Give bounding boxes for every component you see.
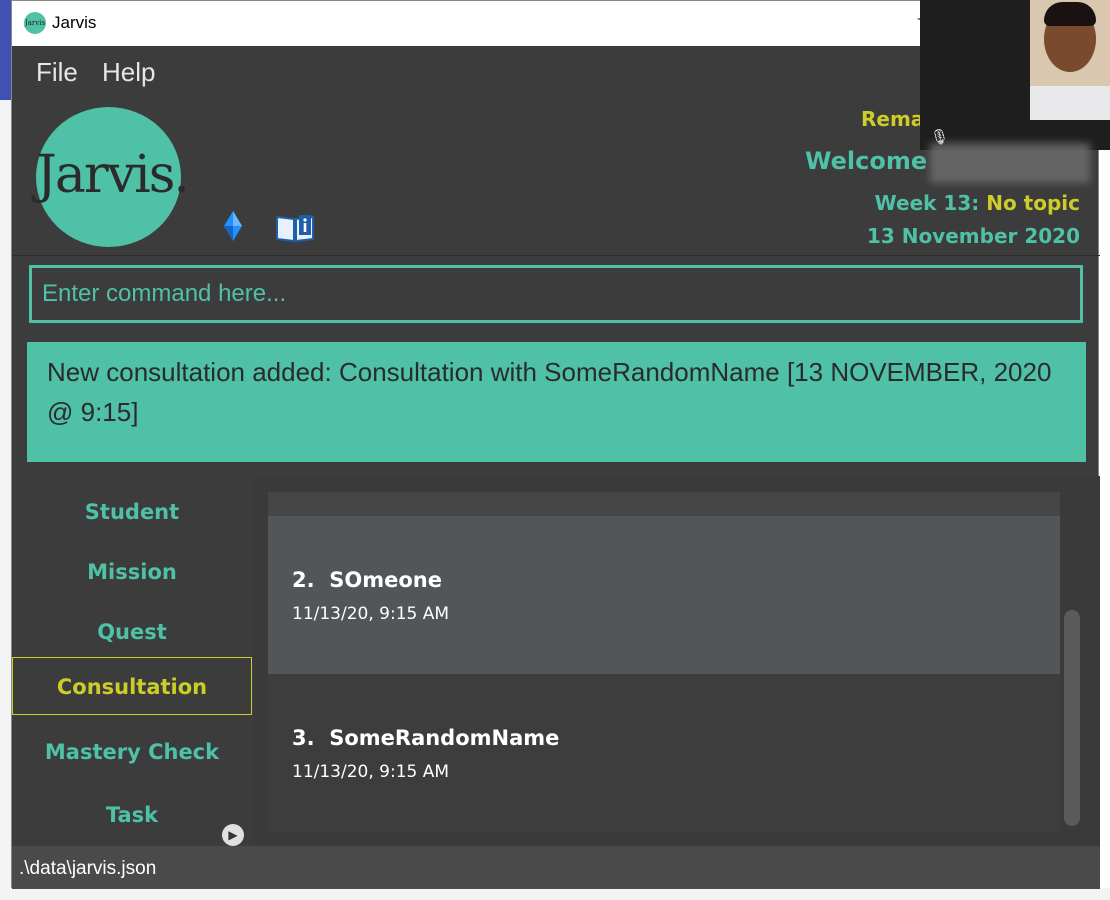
app-icon: Jarvis <box>24 12 46 34</box>
result-display: New consultation added: Consultation wit… <box>27 342 1086 462</box>
consultation-time: 11/13/20, 9:15 AM <box>292 604 450 624</box>
chevron-right-icon[interactable]: ▶ <box>222 824 244 846</box>
list-item[interactable]: 3. SomeRandomName 11/13/20, 9:15 AM <box>268 674 1060 832</box>
welcome-label: Welcome <box>805 147 928 175</box>
participant-hair <box>1044 2 1096 26</box>
participant-video <box>1030 0 1110 120</box>
command-input[interactable] <box>29 265 1083 323</box>
desktop-background-bottom <box>0 888 1110 900</box>
save-location: .\data\jarvis.json <box>19 858 157 879</box>
consultation-index: 2. <box>292 568 315 592</box>
status-bar: .\data\jarvis.json <box>12 846 1100 889</box>
tab-student[interactable]: Student <box>12 483 252 541</box>
week-line: Week 13: No topic <box>875 191 1080 215</box>
tab-task[interactable]: Task <box>12 786 252 844</box>
menu-file[interactable]: File <box>36 57 78 88</box>
list-item[interactable]: 2. SOmeone 11/13/20, 9:15 AM <box>268 516 1060 674</box>
redacted-name-blur <box>930 143 1090 183</box>
topic-label: No topic <box>986 191 1080 215</box>
webcam-overlay: 🎙 <box>920 0 1110 150</box>
tab-mission[interactable]: Mission <box>12 543 252 601</box>
command-box-section <box>12 255 1100 328</box>
consultation-name: SOmeone <box>329 568 442 592</box>
diamond-icon[interactable] <box>224 211 242 241</box>
tab-sidebar: Student Mission Quest Consultation Maste… <box>12 476 252 846</box>
consultation-title: 2. SOmeone <box>292 568 442 592</box>
consultation-name: SomeRandomName <box>329 726 560 750</box>
window-title: Jarvis <box>52 13 97 32</box>
list-scrollbar[interactable] <box>1064 610 1080 826</box>
list-item-partial[interactable] <box>268 492 1060 516</box>
jarvis-logo: Jarvis. <box>36 107 190 247</box>
consultation-list: 2. SOmeone 11/13/20, 9:15 AM 3. SomeRand… <box>254 476 1100 846</box>
week-label: Week 13: <box>874 191 980 215</box>
date-label: 13 November 2020 <box>866 224 1080 248</box>
tab-mastery-check[interactable]: Mastery Check <box>12 723 252 781</box>
consultation-title: 3. SomeRandomName <box>292 726 559 750</box>
book-info-icon[interactable] <box>275 213 315 243</box>
consultation-time: 11/13/20, 9:15 AM <box>292 762 450 782</box>
consultation-index: 3. <box>292 726 315 750</box>
menu-help[interactable]: Help <box>102 57 155 88</box>
logo-text: Jarvis. <box>36 145 190 205</box>
participant-shirt <box>1030 86 1110 120</box>
tab-quest[interactable]: Quest <box>12 603 252 661</box>
tab-consultation[interactable]: Consultation <box>12 657 252 715</box>
